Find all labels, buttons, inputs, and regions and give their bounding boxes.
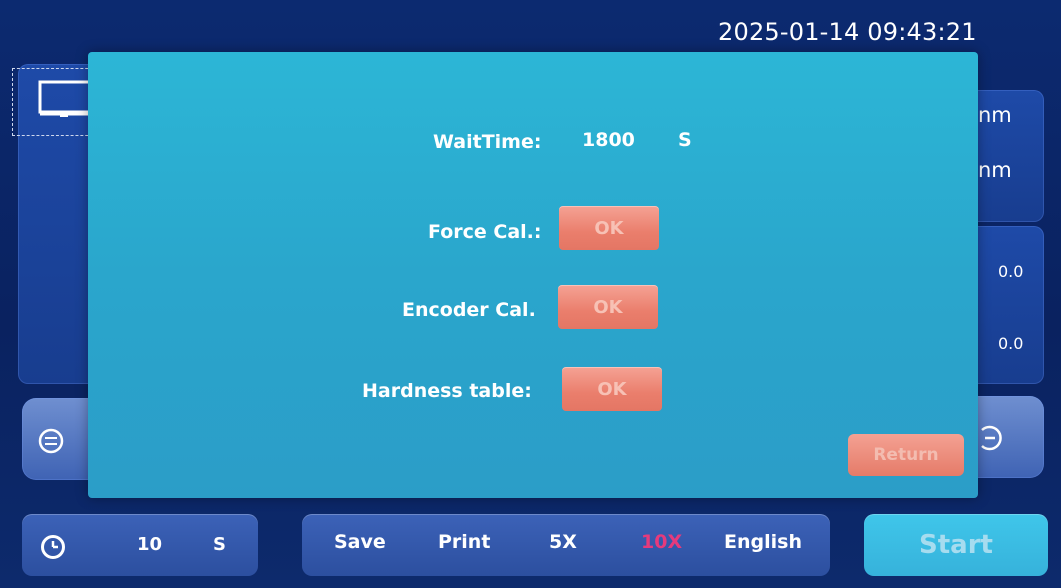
timer-unit: S [213,534,226,555]
hardness-table-ok-button[interactable]: OK [562,367,662,411]
wait-time-label: WaitTime: [433,131,542,153]
force-cal-label: Force Cal.: [428,221,542,243]
language-button[interactable]: English [724,531,802,553]
return-button[interactable]: Return [848,434,964,476]
magnification-5x-button[interactable]: 5X [549,531,577,553]
clock-icon [41,535,65,559]
unit-label-bottom: nm [978,158,1012,182]
minus-circle-icon [981,425,1002,451]
swap-icon [38,428,64,454]
save-button[interactable]: Save [334,531,386,553]
magnification-10x-button[interactable]: 10X [641,531,682,553]
hardness-table-label: Hardness table: [362,380,532,402]
value-readout-2: 0.0 [998,334,1024,353]
monitor-icon [38,80,94,117]
force-cal-ok-button[interactable]: OK [559,206,659,250]
print-button[interactable]: Print [438,531,490,553]
calibration-dialog [88,52,978,498]
unit-label-top: nm [978,103,1012,127]
wait-time-unit: S [678,129,692,151]
start-button[interactable]: Start [864,514,1048,576]
wait-time-value[interactable]: 1800 [582,129,635,151]
value-readout-1: 0.0 [998,262,1024,281]
encoder-cal-label: Encoder Cal. [402,299,536,321]
encoder-cal-ok-button[interactable]: OK [558,285,658,329]
datetime: 2025-01-14 09:43:21 [718,18,977,46]
timer-value[interactable]: 10 [137,534,162,555]
